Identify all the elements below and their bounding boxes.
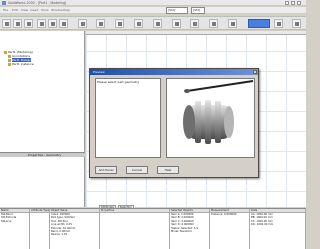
open-icon[interactable] [13,19,22,28]
table-row: Radius: 1.25 [51,233,68,237]
options-icon[interactable] [274,19,283,28]
app-window: SolidWorks 2000 - [Part1 - Modeling] Fil… [0,0,306,249]
table-row: Distance: 0.000000 [211,213,237,216]
menu-help[interactable]: Help [63,8,70,12]
menu-view[interactable]: View [21,8,28,12]
window-title: SolidWorks 2000 - [Part1 - Modeling] [8,1,67,5]
app-icon [2,1,6,5]
close-button[interactable] [297,1,301,5]
list-item[interactable]: SW-Line [0,220,29,223]
menu-file[interactable]: File [3,8,8,12]
data-panel: Data AA: 1000.00 mm BB: 1000.00 mm CC: 1… [250,209,306,249]
maximize-button[interactable] [291,1,295,5]
combo-2[interactable]: [Std] [191,7,205,14]
menu-window[interactable]: Window [51,8,63,12]
table-row: Mode: Standard [171,230,192,234]
grid-icon[interactable] [228,19,237,28]
redo-icon[interactable] [115,19,124,28]
attribute-type-panel: Attribute Type [30,209,50,249]
properties-panel: Properties [100,209,170,249]
select-icon[interactable] [190,19,199,28]
object-value-panel: Object Value Index: 100000 Part type: SW… [50,209,100,249]
title-bar: SolidWorks 2000 - [Part1 - Modeling] [0,0,306,6]
feature-tree-panel: Part1 (Modeling) Annotations Part1 Desig… [0,31,85,207]
cancel-button[interactable]: Cancel [126,166,148,174]
dialog-close-button[interactable] [253,70,257,74]
measure-icon[interactable] [209,19,218,28]
active-tool-button[interactable] [248,19,270,28]
measurement-panel: Measurement Distance: 0.000000 [210,209,250,249]
combo-1[interactable]: [Std] [166,7,188,14]
pan-icon[interactable] [172,19,181,28]
print-icon[interactable] [37,19,46,28]
dialog-title-bar: Preview [90,69,258,75]
rotate-icon[interactable] [153,19,162,28]
paste-icon[interactable] [78,19,87,28]
dialog-message: Please select part geometry [97,80,140,84]
cut-icon[interactable] [48,19,57,28]
part-icon [4,50,7,54]
add-panel-button[interactable]: Add Panel [95,166,117,174]
selected-objects-panel: Selected Objects Item A: 1.000000 Item B… [170,209,210,249]
save-icon[interactable] [24,19,33,28]
new-icon[interactable] [2,19,11,28]
shaft-image [183,80,254,144]
table-row: DD: 1000.00 mm [251,223,274,227]
menu-insert[interactable]: Insert [30,8,39,12]
tree-item-instance[interactable]: Part1 Instance [8,62,34,66]
minimize-button[interactable] [285,1,289,5]
help-icon[interactable] [292,19,301,28]
name-panel: Name SW-Bend SW-Extrude SW-Line [0,209,30,249]
undo-icon[interactable] [96,19,105,28]
dialog-title: Preview [93,70,105,74]
dialog-message-box[interactable]: Please select part geometry [95,78,161,158]
menu-edit[interactable]: Edit [12,8,18,12]
copy-icon[interactable] [59,19,68,28]
folder-icon [8,62,11,66]
bottom-panel: Name SW-Bend SW-Extrude SW-Line Attribut… [0,208,306,249]
toolbar [0,16,306,30]
properties-header: Properties - Geometry [0,152,85,157]
preview-dialog: Preview Please select part geometry Add … [89,68,259,178]
menu-bar: File Edit View Insert Tools Window Help [0,7,306,13]
help-button[interactable]: Help [157,166,179,174]
zoom-icon[interactable] [134,19,143,28]
top-ruler [86,31,306,35]
menu-tools[interactable]: Tools [41,8,48,12]
part-preview [166,78,255,158]
